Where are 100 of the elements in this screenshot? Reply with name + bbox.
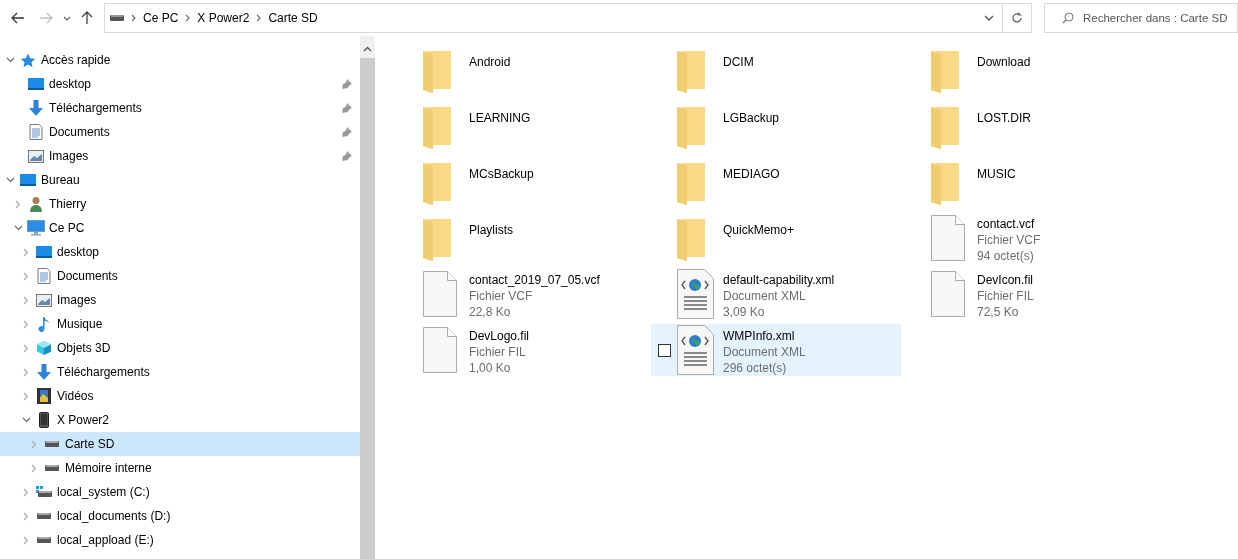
tree-item[interactable]: Images <box>0 288 360 312</box>
pin-icon[interactable] <box>342 151 352 161</box>
star-icon <box>20 52 36 68</box>
file-name[interactable]: contact_2019_07_05.vcf <box>469 272 600 288</box>
tree-item-label: Images <box>49 148 90 165</box>
tree-item[interactable]: Documents <box>0 120 360 144</box>
tree-item[interactable]: Vidéos <box>0 384 360 408</box>
file-name[interactable]: MCsBackup <box>469 166 534 182</box>
tree-item[interactable]: Objets 3D <box>0 336 360 360</box>
file-name[interactable]: QuickMemo+ <box>723 222 795 238</box>
file-name[interactable]: Download <box>977 54 1031 70</box>
blank-file-icon <box>931 271 965 317</box>
chevron-right-icon[interactable] <box>23 367 29 377</box>
pin-icon[interactable] <box>342 103 352 113</box>
file-item[interactable]: WMPInfo.xml Document XML 296 octet(s) <box>651 324 901 376</box>
folder-item[interactable]: Playlists <box>397 212 647 264</box>
file-name[interactable]: LOST.DIR <box>977 110 1031 126</box>
tree-item[interactable]: Bureau <box>0 168 360 192</box>
tree-item-label: Thierry <box>49 196 88 213</box>
film-icon <box>37 388 51 404</box>
tree-item-label: Carte SD <box>65 436 116 453</box>
file-name[interactable]: LGBackup <box>723 110 780 126</box>
tree-item[interactable]: local_appload (E:) <box>0 528 360 552</box>
pin-icon[interactable] <box>342 127 352 137</box>
chevron-right-icon[interactable] <box>31 463 37 473</box>
tree-item[interactable]: Thierry <box>0 192 360 216</box>
chevron-right-icon <box>256 14 262 22</box>
xml-file-icon <box>677 325 714 375</box>
chevron-down-icon[interactable] <box>5 57 15 63</box>
chevron-right-icon[interactable] <box>23 271 29 281</box>
file-name[interactable]: MUSIC <box>977 166 1016 182</box>
desktop-icon <box>28 77 44 91</box>
tree-item[interactable]: Téléchargements <box>0 96 360 120</box>
file-item[interactable]: contact.vcf Fichier VCF 94 octet(s) <box>905 212 1155 264</box>
folder-item[interactable]: Android <box>397 44 647 96</box>
chevron-right-icon[interactable] <box>23 295 29 305</box>
tree-item-label: local_documents (D:) <box>57 508 172 525</box>
breadcrumb[interactable]: Carte SD <box>268 9 318 27</box>
pin-icon[interactable] <box>342 79 352 89</box>
folder-item[interactable]: Download <box>905 44 1155 96</box>
tree-item-label: Ce PC <box>49 220 86 237</box>
chevron-right-icon[interactable] <box>23 535 29 545</box>
file-item[interactable]: DevIcon.fil Fichier FIL 72,5 Ko <box>905 268 1155 320</box>
file-name[interactable]: DevLogo.fil <box>469 328 530 344</box>
file-name[interactable]: Android <box>469 54 511 70</box>
chevron-right-icon[interactable] <box>23 511 29 521</box>
file-item[interactable]: default-capability.xml Document XML 3,09 Ko <box>651 268 901 320</box>
file-item[interactable]: DevLogo.fil Fichier FIL 1,00 Ko <box>397 324 647 376</box>
tree-item[interactable]: Téléchargements <box>0 360 360 384</box>
folder-item[interactable]: MCsBackup <box>397 156 647 208</box>
tree-item[interactable]: local_documents (D:) <box>0 504 360 528</box>
tree-item[interactable]: desktop <box>0 240 360 264</box>
tree-item-label: X Power2 <box>57 412 111 429</box>
desktop-icon <box>20 173 36 187</box>
chevron-down-icon[interactable] <box>21 417 31 423</box>
chevron-right-icon[interactable] <box>23 319 29 329</box>
breadcrumb[interactable]: X Power2 <box>197 9 250 27</box>
checkbox[interactable] <box>657 343 671 357</box>
chevron-right-icon[interactable] <box>31 439 37 449</box>
chevron-right-icon[interactable] <box>23 247 29 257</box>
tree-item-label: Mémoire interne <box>65 460 153 477</box>
chevron-down-icon[interactable] <box>5 177 15 183</box>
tree-item[interactable]: Ce PC <box>0 216 360 240</box>
file-item[interactable]: contact_2019_07_05.vcf Fichier VCF 22,8 Ko <box>397 268 647 320</box>
file-name[interactable]: DCIM <box>723 54 754 70</box>
file-name[interactable]: MEDIAGO <box>723 166 780 182</box>
folder-item[interactable]: MEDIAGO <box>651 156 901 208</box>
chevron-right-icon[interactable] <box>23 343 29 353</box>
tree-item[interactable]: Carte SD <box>0 432 360 456</box>
folder-item[interactable]: MUSIC <box>905 156 1155 208</box>
chevron-down-icon[interactable] <box>13 225 23 231</box>
file-name[interactable]: default-capability.xml <box>723 272 835 288</box>
tree-item[interactable]: Images <box>0 144 360 168</box>
chevron-right-icon[interactable] <box>23 391 29 401</box>
file-name[interactable]: LEARNING <box>469 110 531 126</box>
search-field[interactable]: Rechercher dans : Carte SD <box>1044 3 1238 33</box>
tree-item[interactable]: Mémoire interne <box>0 456 360 480</box>
tree-item[interactable]: desktop <box>0 72 360 96</box>
cube-icon <box>36 340 52 356</box>
file-name[interactable]: Playlists <box>469 222 513 238</box>
tree-item[interactable]: Documents <box>0 264 360 288</box>
file-name[interactable]: DevIcon.fil <box>977 272 1034 288</box>
folder-item[interactable]: DCIM <box>651 44 901 96</box>
file-name[interactable]: contact.vcf <box>977 216 1041 232</box>
chevron-right-icon[interactable] <box>23 487 29 497</box>
file-name[interactable]: WMPInfo.xml <box>723 328 806 344</box>
folder-item[interactable]: LOST.DIR <box>905 100 1155 152</box>
tree-item[interactable]: local_system (C:) <box>0 480 360 504</box>
tree-item[interactable]: X Power2 <box>0 408 360 432</box>
tree-item[interactable]: Musique <box>0 312 360 336</box>
address-bar[interactable]: Ce PC X Power2 Carte SD <box>104 3 1032 33</box>
scroll-up-icon[interactable] <box>363 46 372 52</box>
folder-item[interactable]: LGBackup <box>651 100 901 152</box>
tree-item-label: Accès rapide <box>41 52 112 69</box>
tree-item[interactable]: Accès rapide <box>0 48 360 72</box>
breadcrumb[interactable]: Ce PC <box>143 9 179 27</box>
folder-item[interactable]: QuickMemo+ <box>651 212 901 264</box>
folder-item[interactable]: LEARNING <box>397 100 647 152</box>
document-icon <box>37 268 51 284</box>
chevron-right-icon[interactable] <box>15 199 21 209</box>
